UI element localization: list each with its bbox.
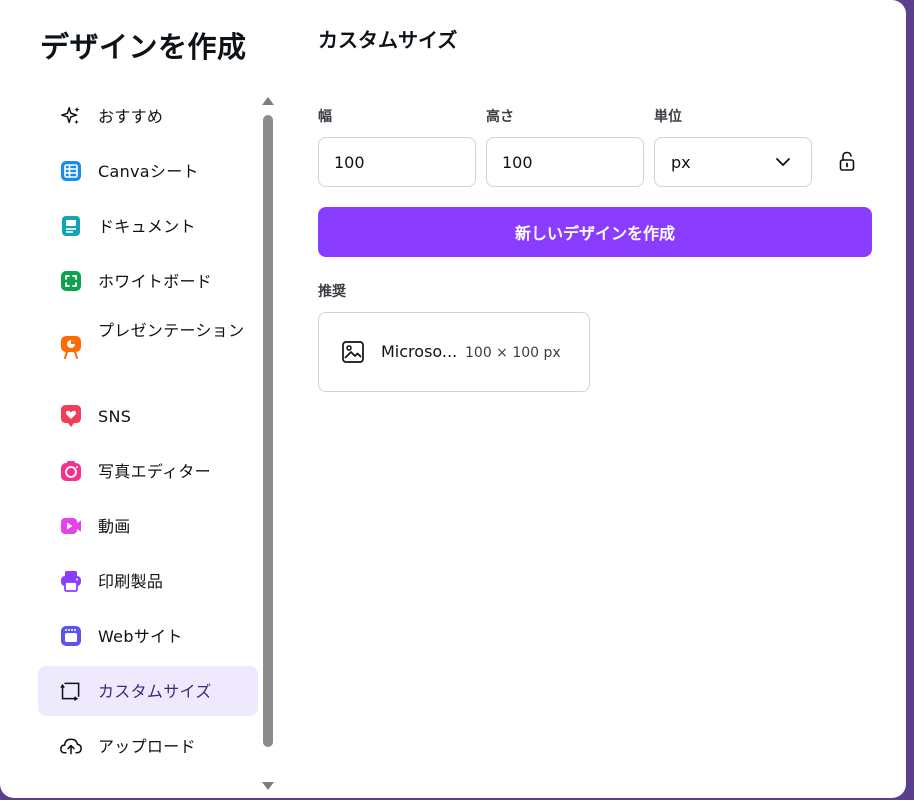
recommended-label: 推奨	[318, 284, 346, 300]
sidebar-item-custom-size[interactable]: カスタムサイズ	[38, 666, 258, 716]
sidebar-item-website[interactable]: Webサイト	[38, 611, 258, 661]
width-input[interactable]	[318, 137, 476, 187]
presentation-icon	[60, 336, 82, 359]
width-label: 幅	[318, 109, 332, 125]
dialog-title: デザインを作成	[40, 30, 247, 64]
custom-size-icon	[60, 680, 82, 702]
sidebar-scrollbar[interactable]	[261, 95, 275, 795]
video-icon	[60, 515, 82, 537]
height-input[interactable]	[486, 137, 644, 187]
unlock-icon	[836, 151, 858, 178]
sidebar-item-canva-sheet[interactable]: Canvaシート	[38, 146, 258, 196]
sidebar-item-whiteboard[interactable]: ホワイトボード	[38, 256, 258, 306]
sidebar-item-label: ドキュメント	[98, 216, 196, 236]
height-label: 高さ	[486, 109, 514, 125]
heart-icon	[60, 405, 82, 427]
sidebar-item-upload[interactable]: アップロード	[38, 721, 258, 771]
document-icon	[60, 215, 82, 237]
sidebar-item-label: 印刷製品	[98, 571, 164, 591]
sidebar-item-video[interactable]: 動画	[38, 501, 258, 551]
recommended-item[interactable]: Microso... 100 × 100 px	[318, 312, 590, 392]
sidebar-item-label: カスタムサイズ	[98, 681, 212, 701]
sheet-icon	[60, 160, 82, 182]
unit-select[interactable]: px	[654, 137, 812, 187]
cloud-upload-icon	[60, 735, 82, 757]
sidebar-item-label: Canvaシート	[98, 161, 199, 181]
sidebar: おすすめ Canvaシート ドキュメント ホワイトボード プレゼンテーション S…	[38, 89, 260, 798]
recommended-item-name: Microso...	[381, 342, 458, 361]
panel-title: カスタムサイズ	[318, 28, 458, 52]
sidebar-item-label: 写真エディター	[98, 461, 211, 481]
sparkles-icon	[60, 105, 82, 127]
create-design-dialog: デザインを作成 おすすめ Canvaシート ドキュメント ホワイトボード プレゼ…	[0, 0, 906, 798]
sidebar-item-label: SNS	[98, 406, 132, 426]
sidebar-item-label: 動画	[98, 516, 131, 536]
sidebar-item-label: プレゼンテーション	[98, 321, 245, 340]
unit-selected-value: px	[671, 152, 691, 172]
website-icon	[60, 625, 82, 647]
scroll-thumb[interactable]	[263, 115, 273, 747]
sidebar-item-document[interactable]: ドキュメント	[38, 201, 258, 251]
camera-icon	[60, 460, 82, 482]
scroll-down-arrow-icon[interactable]	[262, 782, 274, 790]
image-icon	[341, 340, 365, 368]
sidebar-item-recommended[interactable]: おすすめ	[38, 91, 258, 141]
chevron-down-icon	[775, 154, 791, 174]
sidebar-item-label: ホワイトボード	[98, 271, 213, 291]
unit-label: 単位	[654, 109, 682, 125]
whiteboard-icon	[60, 270, 82, 292]
create-new-design-button[interactable]: 新しいデザインを作成	[318, 207, 872, 257]
sidebar-item-label: アップロード	[98, 736, 196, 756]
aspect-lock-button[interactable]	[836, 150, 858, 174]
sidebar-item-label: Webサイト	[98, 626, 183, 646]
sidebar-item-print-products[interactable]: 印刷製品	[38, 556, 258, 606]
sidebar-item-label: おすすめ	[98, 106, 164, 126]
sidebar-item-sns[interactable]: SNS	[38, 391, 258, 441]
sidebar-item-photo-editor[interactable]: 写真エディター	[38, 446, 258, 496]
recommended-item-size: 100 × 100 px	[465, 345, 561, 361]
printer-icon	[60, 570, 82, 592]
sidebar-item-presentation[interactable]: プレゼンテーション	[38, 311, 258, 383]
scroll-up-arrow-icon[interactable]	[262, 97, 274, 105]
